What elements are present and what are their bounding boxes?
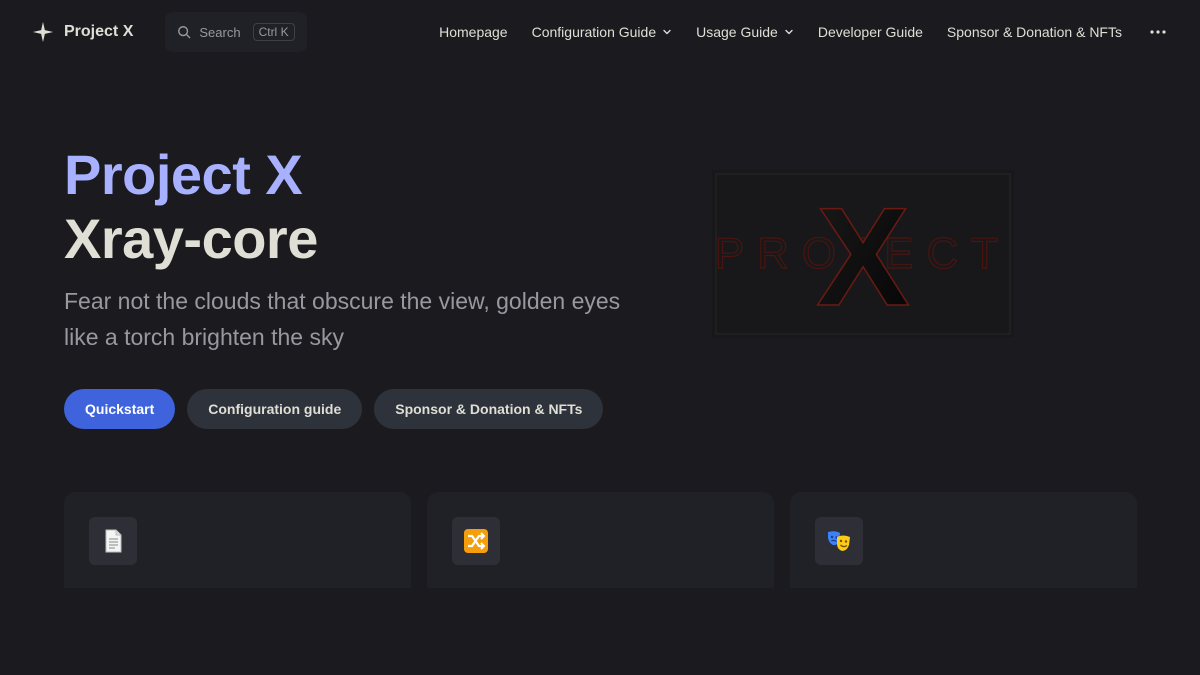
chevron-down-icon — [660, 27, 672, 37]
search-icon — [177, 25, 191, 39]
search-label: Search — [199, 24, 241, 40]
logo-icon — [32, 21, 54, 43]
site-title: Project X — [64, 23, 134, 40]
nav-link-label: Sponsor & Donation & NFTs — [946, 24, 1122, 40]
feature-card[interactable] — [427, 492, 774, 588]
nav-link-label: Developer Guide — [817, 24, 923, 40]
chevron-down-icon — [782, 27, 794, 37]
quickstart-button[interactable]: Quickstart — [64, 389, 176, 429]
nav-link-label: Usage Guide — [696, 24, 778, 40]
site-brand[interactable]: Project X — [32, 21, 133, 43]
feature-card[interactable] — [790, 492, 1137, 588]
nav-link-homepage[interactable]: Homepage — [427, 24, 520, 40]
shuffle-icon — [452, 517, 500, 565]
hero-section: Project X Xray-core Fear not the clouds … — [64, 143, 644, 429]
nav-link-label: Homepage — [439, 24, 508, 40]
nav-link-developer-guide[interactable]: Developer Guide — [806, 24, 935, 40]
sponsor-button[interactable]: Sponsor & Donation & NFTs — [374, 389, 604, 429]
performing-arts-icon — [815, 517, 863, 565]
hero-name: Project X — [64, 143, 303, 206]
hero-tagline: Fear not the clouds that obscure the vie… — [64, 288, 621, 350]
search-button[interactable]: Search Ctrl K — [165, 12, 307, 52]
feature-card[interactable] — [64, 492, 411, 588]
hero-text: Xray-core — [64, 207, 318, 270]
nav-link-sponsor[interactable]: Sponsor & Donation & NFTs — [935, 24, 1134, 40]
configuration-guide-button[interactable]: Configuration guide — [187, 389, 363, 429]
shortcut-key-ctrl: Ctrl K — [252, 23, 295, 41]
document-icon — [89, 517, 137, 565]
top-navbar: Project X Search Ctrl K Homepage Configu… — [0, 0, 1200, 64]
nav-menu-usage-guide[interactable]: Usage Guide — [684, 24, 806, 40]
nav-menu-configuration-guide[interactable]: Configuration Guide — [520, 24, 685, 40]
hero-actions: Quickstart Configuration guide Sponsor &… — [64, 389, 644, 429]
svg-text:X: X — [816, 178, 909, 335]
ellipsis-icon — [1148, 22, 1168, 42]
nav-menu: Homepage Configuration Guide Usage Guide… — [427, 22, 1168, 42]
features-row — [64, 492, 1137, 588]
more-menu-button[interactable] — [1134, 22, 1168, 42]
project-x-logo-image: PROJECT X — [712, 170, 1014, 338]
nav-link-label: Configuration Guide — [531, 24, 657, 40]
